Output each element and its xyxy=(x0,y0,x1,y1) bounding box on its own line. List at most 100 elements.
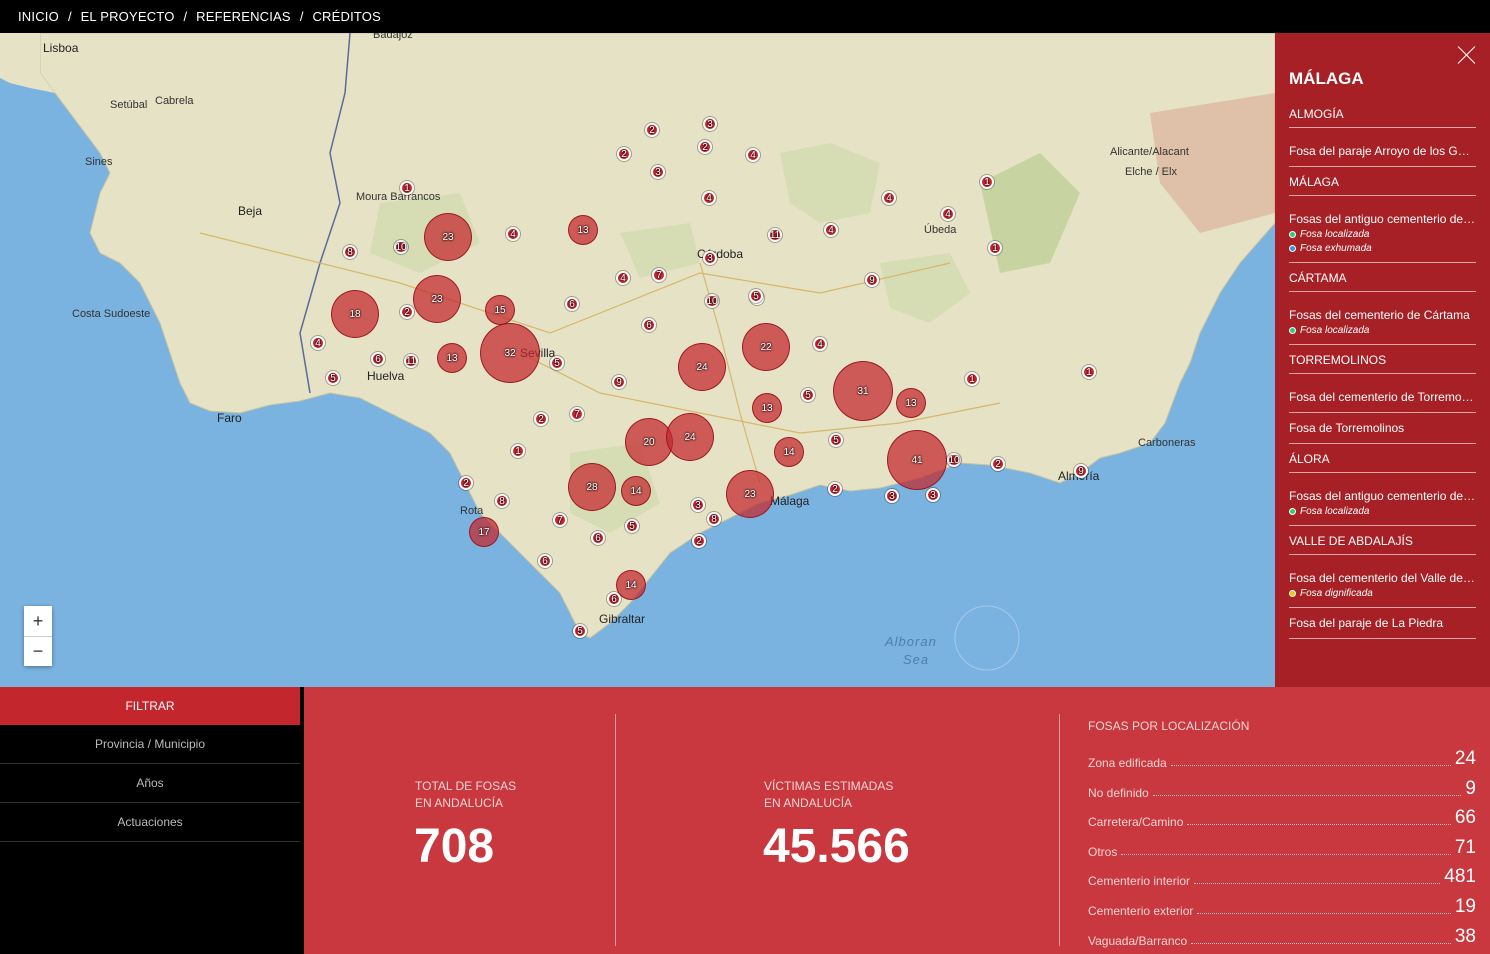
map-cluster-marker[interactable]: 8 xyxy=(343,245,357,259)
map-cluster-marker[interactable]: 15 xyxy=(485,295,515,325)
map-cluster-marker[interactable]: 1 xyxy=(511,444,525,458)
map-cluster-marker[interactable]: 4 xyxy=(941,207,955,221)
map-cluster-marker[interactable]: 4 xyxy=(506,227,520,241)
map-cluster-marker[interactable]: 9 xyxy=(612,375,626,389)
map-cluster-marker[interactable]: 4 xyxy=(813,337,827,351)
map-cluster-marker[interactable]: 8 xyxy=(707,512,721,526)
map-cluster-marker[interactable]: 4 xyxy=(616,271,630,285)
map-cluster-marker[interactable]: 23 xyxy=(726,470,774,518)
map-cluster-marker[interactable]: 3 xyxy=(691,498,705,512)
map-cluster-marker[interactable]: 6 xyxy=(607,592,621,606)
map-cluster-marker[interactable]: 11 xyxy=(404,354,418,368)
map-cluster-marker[interactable]: 5 xyxy=(829,433,843,447)
map-cluster-marker[interactable]: 1 xyxy=(1082,365,1096,379)
map-cluster-marker[interactable]: 2 xyxy=(459,476,473,490)
map-cluster-marker[interactable]: 6 xyxy=(642,318,656,332)
map-cluster-marker[interactable]: 22 xyxy=(742,323,790,371)
map-cluster-marker[interactable]: 2 xyxy=(534,412,548,426)
fosa-list-item[interactable]: Fosas del cementerio de Cártama Fosa loca… xyxy=(1289,300,1476,345)
map-cluster-marker[interactable]: 2 xyxy=(698,140,712,154)
map-cluster-marker[interactable]: 10 xyxy=(705,294,719,308)
map-cluster-marker[interactable]: 10 xyxy=(947,453,961,467)
map-view[interactable]: Lisboa Badajoz Setúbal Cabrela Sines Bej… xyxy=(0,33,1275,687)
map-cluster-marker[interactable]: 31 xyxy=(833,361,893,421)
map-cluster-marker[interactable]: 5 xyxy=(326,371,340,385)
map-cluster-marker[interactable]: 6 xyxy=(538,554,552,568)
nav-creditos[interactable]: CRÉDITOS xyxy=(312,9,381,24)
fosa-list-item[interactable]: Fosa de Torremolinos xyxy=(1289,413,1476,444)
map-cluster-marker[interactable]: 2 xyxy=(692,534,706,548)
fosa-list-item[interactable]: Fosa del cementerio del Valle de A... Fos… xyxy=(1289,563,1476,608)
map-cluster-marker[interactable]: 24 xyxy=(666,413,714,461)
map-cluster-marker[interactable]: 6 xyxy=(371,352,385,366)
map-cluster-marker[interactable]: 5 xyxy=(801,388,815,402)
map-cluster-marker[interactable]: 13 xyxy=(752,393,782,423)
map-cluster-marker[interactable]: 2 xyxy=(828,482,842,496)
map-cluster-marker[interactable]: 5 xyxy=(749,289,763,303)
map-cluster-marker[interactable]: 3 xyxy=(703,251,717,265)
map-cluster-marker[interactable]: 1 xyxy=(965,372,979,386)
close-icon[interactable] xyxy=(1456,43,1478,65)
map-cluster-marker[interactable]: 11 xyxy=(768,228,782,242)
map-cluster-marker[interactable]: 4 xyxy=(311,336,325,350)
map-cluster-marker[interactable]: 5 xyxy=(550,356,564,370)
map-cluster-marker[interactable]: 13 xyxy=(437,343,467,373)
filter-provincia-municipio[interactable]: Provincia / Municipio xyxy=(0,725,300,764)
map-cluster-marker[interactable]: 4 xyxy=(824,223,838,237)
map-cluster-marker[interactable]: 6 xyxy=(591,531,605,545)
map-cluster-marker[interactable]: 7 xyxy=(553,513,567,527)
map-cluster-marker[interactable]: 24 xyxy=(678,343,726,391)
map-cluster-marker[interactable]: 10 xyxy=(394,240,408,254)
map-cluster-marker[interactable]: 1 xyxy=(980,175,994,189)
zoom-in-button[interactable]: + xyxy=(24,606,52,636)
map-cluster-marker[interactable]: 6 xyxy=(565,297,579,311)
map-cluster-marker[interactable]: 8 xyxy=(495,494,509,508)
map-cluster-marker[interactable]: 14 xyxy=(774,437,804,467)
fosa-list-item[interactable]: Fosas del antiguo cementerio de ... Fosa … xyxy=(1289,481,1476,526)
map-cluster-marker[interactable]: 32 xyxy=(480,323,540,383)
map-cluster-marker[interactable]: 17 xyxy=(469,517,499,547)
map-cluster-marker[interactable]: 14 xyxy=(621,476,651,506)
map-cluster-marker[interactable]: 1 xyxy=(400,181,414,195)
map-cluster-marker[interactable]: 2 xyxy=(617,147,631,161)
filter-anos[interactable]: Años xyxy=(0,764,300,803)
nav-inicio[interactable]: INICIO xyxy=(18,9,59,24)
map-cluster-marker[interactable]: 2 xyxy=(991,457,1005,471)
map-cluster-marker[interactable]: 3 xyxy=(703,117,717,131)
fosa-list-item[interactable]: Fosa del cementerio de Torremoli... xyxy=(1289,382,1476,413)
map-cluster-marker[interactable]: 18 xyxy=(331,290,379,338)
localizacion-row: Vaguada/Barranco 38 xyxy=(1088,924,1476,948)
map-cluster-marker[interactable]: 7 xyxy=(652,268,666,282)
localizacion-value: 19 xyxy=(1454,896,1476,917)
map-cluster-marker[interactable]: 13 xyxy=(568,215,598,245)
filter-actuaciones[interactable]: Actuaciones xyxy=(0,803,300,842)
map-cluster-marker[interactable]: 4 xyxy=(702,191,716,205)
map-cluster-marker[interactable]: 4 xyxy=(882,191,896,205)
map-cluster-marker[interactable]: 7 xyxy=(570,407,584,421)
filter-header[interactable]: FILTRAR xyxy=(0,687,300,725)
map-cluster-marker[interactable]: 3 xyxy=(885,489,899,503)
cluster-count: 23 xyxy=(744,488,756,500)
map-cluster-marker[interactable]: 5 xyxy=(573,624,587,638)
nav-el-proyecto[interactable]: EL PROYECTO xyxy=(81,9,175,24)
map-cluster-marker[interactable]: 13 xyxy=(896,388,926,418)
map-cluster-marker[interactable]: 2 xyxy=(400,305,414,319)
map-cluster-marker[interactable]: 9 xyxy=(1074,464,1088,478)
map-cluster-marker[interactable]: 41 xyxy=(887,430,947,490)
fosa-list-item[interactable]: Fosas del antiguo cementerio de S... Fosa… xyxy=(1289,204,1476,263)
map-cluster-marker[interactable]: 23 xyxy=(413,275,461,323)
map-cluster-marker[interactable]: 1 xyxy=(988,241,1002,255)
zoom-out-button[interactable]: − xyxy=(24,636,52,666)
fosa-list-item[interactable]: Fosa del paraje de La Piedra xyxy=(1289,608,1476,639)
map-cluster-marker[interactable]: 5 xyxy=(625,519,639,533)
map-cluster-marker[interactable]: 23 xyxy=(424,213,472,261)
map-cluster-marker[interactable]: 3 xyxy=(926,488,940,502)
map-cluster-marker[interactable]: 9 xyxy=(865,273,879,287)
map-cluster-marker[interactable]: 4 xyxy=(746,148,760,162)
fosa-list-item[interactable]: Fosa del paraje Arroyo de los Gar... xyxy=(1289,136,1476,167)
nav-referencias[interactable]: REFERENCIAS xyxy=(196,9,291,24)
map-cluster-marker[interactable]: 28 xyxy=(568,463,616,511)
map-cluster-marker[interactable]: 3 xyxy=(651,165,665,179)
map-cluster-marker[interactable]: 2 xyxy=(645,123,659,137)
cluster-count: 5 xyxy=(805,389,811,401)
